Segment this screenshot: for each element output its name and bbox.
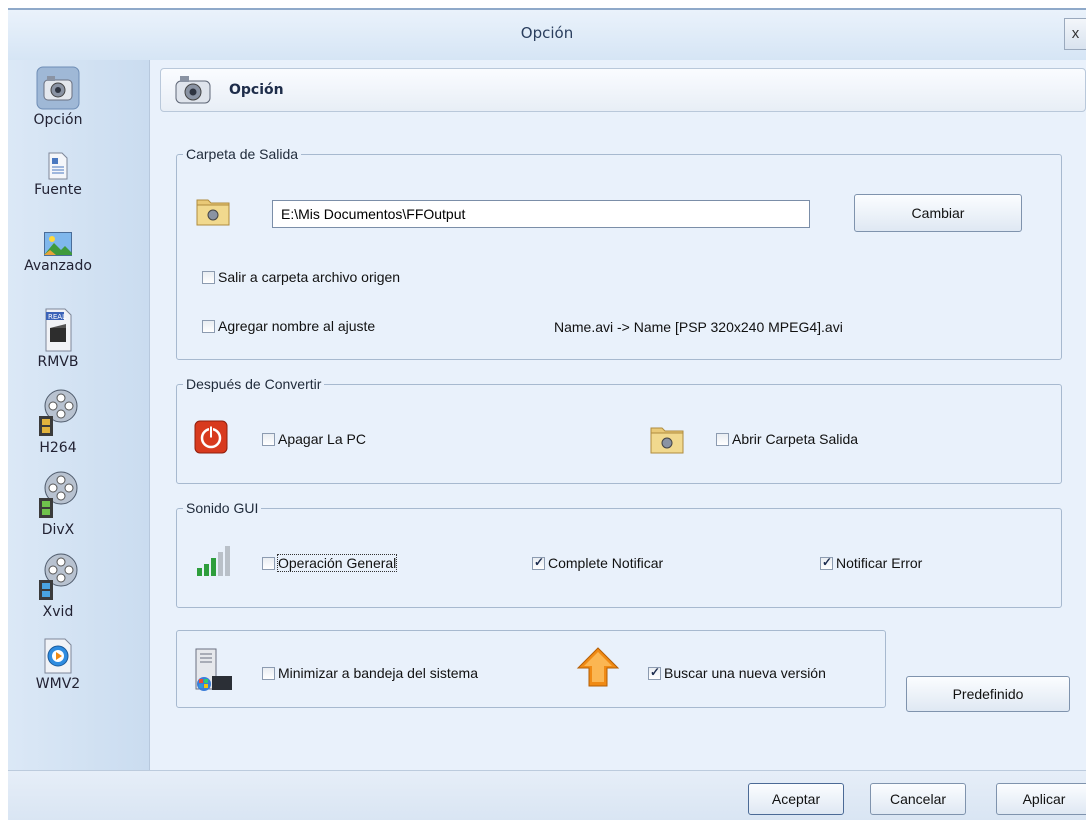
main-panel: Opción Carpeta de Salida Cambiar Salir a… xyxy=(150,60,1086,770)
sidebar-item-rmvb[interactable]: REAL RMVB xyxy=(8,308,108,370)
sidebar-item-h264[interactable]: H264 xyxy=(8,388,108,456)
checkbox-box[interactable] xyxy=(820,555,833,570)
update-arrow-icon xyxy=(576,647,620,687)
signal-bars-icon xyxy=(197,546,230,576)
checkbox-label: Complete Notificar xyxy=(548,555,664,572)
general-operation-checkbox[interactable]: Operación General xyxy=(262,554,398,573)
error-notify-checkbox[interactable]: Notificar Error xyxy=(820,554,922,571)
checkbox-label: Operación General xyxy=(276,554,398,573)
folder-icon xyxy=(650,427,684,454)
checkbox-box[interactable] xyxy=(202,270,215,284)
sidebar-item-label: Opción xyxy=(33,112,83,128)
realmedia-icon: REAL xyxy=(45,308,72,352)
apply-button[interactable]: Aplicar xyxy=(996,783,1086,815)
landscape-image-icon xyxy=(44,232,72,256)
checkbox-label: Minimizar a bandeja del sistema xyxy=(278,665,478,682)
checkbox-box[interactable] xyxy=(716,432,729,446)
sidebar-item-divx[interactable]: DivX xyxy=(8,470,108,538)
svg-text:REAL: REAL xyxy=(48,313,66,321)
append-name-checkbox[interactable]: Agregar nombre al ajuste xyxy=(202,317,375,334)
footer-bar: Aceptar Cancelar Aplicar xyxy=(8,770,1086,820)
page-title: Opción xyxy=(229,82,284,98)
sidebar-item-avanzado[interactable]: Avanzado xyxy=(8,232,108,274)
checkbox-label: Agregar nombre al ajuste xyxy=(218,318,376,335)
folder-icon xyxy=(196,199,230,226)
system-tray-icon xyxy=(195,648,232,691)
close-button[interactable]: x xyxy=(1064,18,1086,50)
checkbox-label: Buscar una nueva versión xyxy=(664,665,826,682)
checkbox-box[interactable] xyxy=(532,555,545,570)
document-icon xyxy=(48,152,68,180)
sidebar-item-label: DivX xyxy=(41,522,75,538)
open-folder-checkbox[interactable]: Abrir Carpeta Salida xyxy=(716,430,858,447)
sidebar-item-label: WMV2 xyxy=(35,676,81,692)
source-folder-checkbox[interactable]: Salir a carpeta archivo origen xyxy=(202,268,400,285)
checkbox-box[interactable] xyxy=(262,432,275,446)
film-reel-icon xyxy=(39,389,78,436)
sidebar-item-fuente[interactable]: Fuente xyxy=(8,152,108,198)
checkbox-label: Abrir Carpeta Salida xyxy=(732,431,859,448)
windows-media-icon xyxy=(44,638,72,674)
complete-notify-checkbox[interactable]: Complete Notificar xyxy=(532,554,663,571)
name-example-text: Name.avi -> Name [PSP 320x240 MPEG4].avi xyxy=(554,319,843,335)
shutdown-checkbox[interactable]: Apagar La PC xyxy=(262,430,366,447)
sidebar-item-wmv2[interactable]: WMV2 xyxy=(8,638,108,692)
settings-camera-icon xyxy=(36,66,80,110)
minimize-tray-checkbox[interactable]: Minimizar a bandeja del sistema xyxy=(262,664,478,681)
change-folder-button[interactable]: Cambiar xyxy=(854,194,1022,232)
sidebar: Opción Fuente Avanzado REAL RMVB H264 Di… xyxy=(8,60,150,770)
output-path-field[interactable] xyxy=(272,200,810,228)
group-legend: Después de Convertir xyxy=(186,376,322,392)
checkbox-box[interactable] xyxy=(202,319,215,333)
sidebar-item-opcion[interactable]: Opción xyxy=(8,66,108,128)
checkbox-box[interactable] xyxy=(262,666,275,680)
sidebar-item-label: Avanzado xyxy=(24,258,92,274)
check-update-checkbox[interactable]: Buscar una nueva versión xyxy=(648,664,826,681)
settings-camera-icon xyxy=(175,76,211,104)
power-icon xyxy=(194,420,228,454)
checkbox-label: Apagar La PC xyxy=(278,431,366,448)
cancel-button[interactable]: Cancelar xyxy=(870,783,966,815)
group-legend: Sonido GUI xyxy=(186,500,259,516)
film-reel-icon xyxy=(39,553,78,600)
title-bar: Opción x xyxy=(8,8,1086,60)
ok-button[interactable]: Aceptar xyxy=(748,783,844,815)
checkbox-label: Notificar Error xyxy=(836,555,923,572)
checkbox-label: Salir a carpeta archivo origen xyxy=(218,269,401,286)
sidebar-item-xvid[interactable]: Xvid xyxy=(8,552,108,620)
sidebar-item-label: Fuente xyxy=(34,182,82,198)
sidebar-item-label: Xvid xyxy=(42,604,74,620)
group-legend: Carpeta de Salida xyxy=(186,146,299,162)
panel-header: Opción xyxy=(160,68,1086,112)
default-button[interactable]: Predefinido xyxy=(906,676,1070,712)
sidebar-item-label: H264 xyxy=(39,440,77,456)
checkbox-box[interactable] xyxy=(648,665,661,680)
sidebar-item-label: RMVB xyxy=(37,354,79,370)
checkbox-box[interactable] xyxy=(262,556,275,570)
window-title: Opción xyxy=(520,24,574,42)
film-reel-icon xyxy=(39,471,78,518)
